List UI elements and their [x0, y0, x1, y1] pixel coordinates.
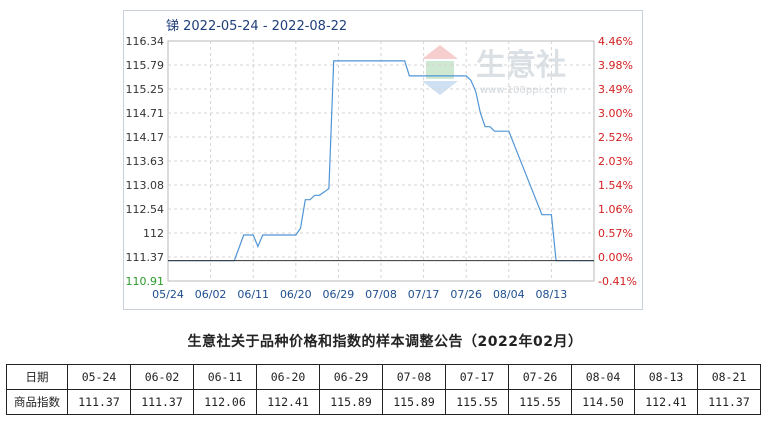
y-tick-label-left: 114.17 — [126, 131, 165, 144]
index-value-cell: 112.41 — [256, 389, 320, 415]
y-tick-label-left: 112.54 — [126, 203, 165, 216]
index-value-cell: 115.89 — [319, 389, 383, 415]
y-tick-label-right: 1.54% — [598, 179, 633, 192]
index-value-cell: 114.50 — [571, 389, 635, 415]
chart-title: 锑 2022-05-24 - 2022-08-22 — [166, 19, 347, 34]
y-tick-label-left: 112 — [143, 227, 164, 240]
x-tick-label: 07/26 — [450, 288, 482, 301]
date-cell: 07-17 — [445, 364, 509, 390]
table-row-dates: 日期 05-24 06-02 06-11 06-20 06-29 07-08 07-17 07… — [6, 364, 761, 390]
index-value-cell: 115.89 — [382, 389, 446, 415]
y-tick-label-left: 111.37 — [126, 251, 165, 264]
x-tick-label: 06/11 — [237, 288, 269, 301]
y-tick-label-right: 2.52% — [598, 131, 633, 144]
date-header: 日期 — [6, 364, 68, 390]
date-cell: 06-02 — [130, 364, 194, 390]
date-cell: 06-11 — [193, 364, 257, 390]
chart-panel: 生意社 www.100ppi.com 116.34 4.46% 115.79 3.98… — [123, 10, 643, 310]
index-value-cell: 111.37 — [130, 389, 194, 415]
index-header: 商品指数 — [6, 389, 68, 415]
y-tick-label-left: 110.91 — [126, 275, 165, 288]
x-tick-label: 06/29 — [323, 288, 355, 301]
date-cell: 07-26 — [508, 364, 572, 390]
x-tick-label: 08/13 — [536, 288, 568, 301]
index-table: 日期 05-24 06-02 06-11 06-20 06-29 07-08 07-17 07… — [6, 364, 761, 415]
watermark-logo: 生意社 www.100ppi.com — [422, 45, 566, 96]
x-tick-label: 07/08 — [365, 288, 397, 301]
y-tick-label-right: 2.03% — [598, 155, 633, 168]
y-tick-label-right: 0.57% — [598, 227, 633, 240]
y-tick-label-right: -0.41% — [598, 275, 637, 288]
date-cell: 08-13 — [634, 364, 698, 390]
line-chart: 生意社 www.100ppi.com 116.34 4.46% 115.79 3.98… — [126, 19, 637, 301]
y-tick-label-right: 4.46% — [598, 35, 633, 48]
date-cell: 07-08 — [382, 364, 446, 390]
x-tick-label: 05/24 — [152, 288, 184, 301]
index-value-cell: 112.06 — [193, 389, 257, 415]
y-tick-label-right: 3.49% — [598, 83, 633, 96]
watermark-url: www.100ppi.com — [480, 85, 566, 96]
x-tick-label: 07/17 — [408, 288, 440, 301]
table-row-values: 商品指数 111.37 111.37 112.06 112.41 115.89 115.8… — [6, 389, 761, 415]
y-tick-label-left: 116.34 — [126, 35, 165, 48]
x-tick-label: 06/20 — [280, 288, 312, 301]
y-tick-label-right: 3.98% — [598, 59, 633, 72]
y-tick-label-right: 0.00% — [598, 251, 633, 264]
index-value-cell: 111.37 — [697, 389, 761, 415]
index-value-cell: 111.37 — [67, 389, 131, 415]
index-value-cell: 112.41 — [634, 389, 698, 415]
y-tick-label-left: 114.71 — [126, 107, 165, 120]
index-value-cell: 115.55 — [508, 389, 572, 415]
date-cell: 06-20 — [256, 364, 320, 390]
date-cell: 08-21 — [697, 364, 761, 390]
y-tick-label-right: 3.00% — [598, 107, 633, 120]
index-value-cell: 115.55 — [445, 389, 509, 415]
y-tick-label-left: 113.08 — [126, 179, 165, 192]
y-tick-label-left: 115.25 — [126, 83, 165, 96]
date-cell: 05-24 — [67, 364, 131, 390]
date-cell: 06-29 — [319, 364, 383, 390]
date-cell: 08-04 — [571, 364, 635, 390]
y-tick-label-left: 115.79 — [126, 59, 165, 72]
x-tick-label: 08/04 — [493, 288, 525, 301]
announcement-link[interactable]: 生意社关于品种价格和指数的样本调整公告（2022年02月） — [0, 331, 770, 351]
y-tick-label-left: 113.63 — [126, 155, 165, 168]
y-tick-label-right: 1.06% — [598, 203, 633, 216]
x-tick-label: 06/02 — [195, 288, 227, 301]
